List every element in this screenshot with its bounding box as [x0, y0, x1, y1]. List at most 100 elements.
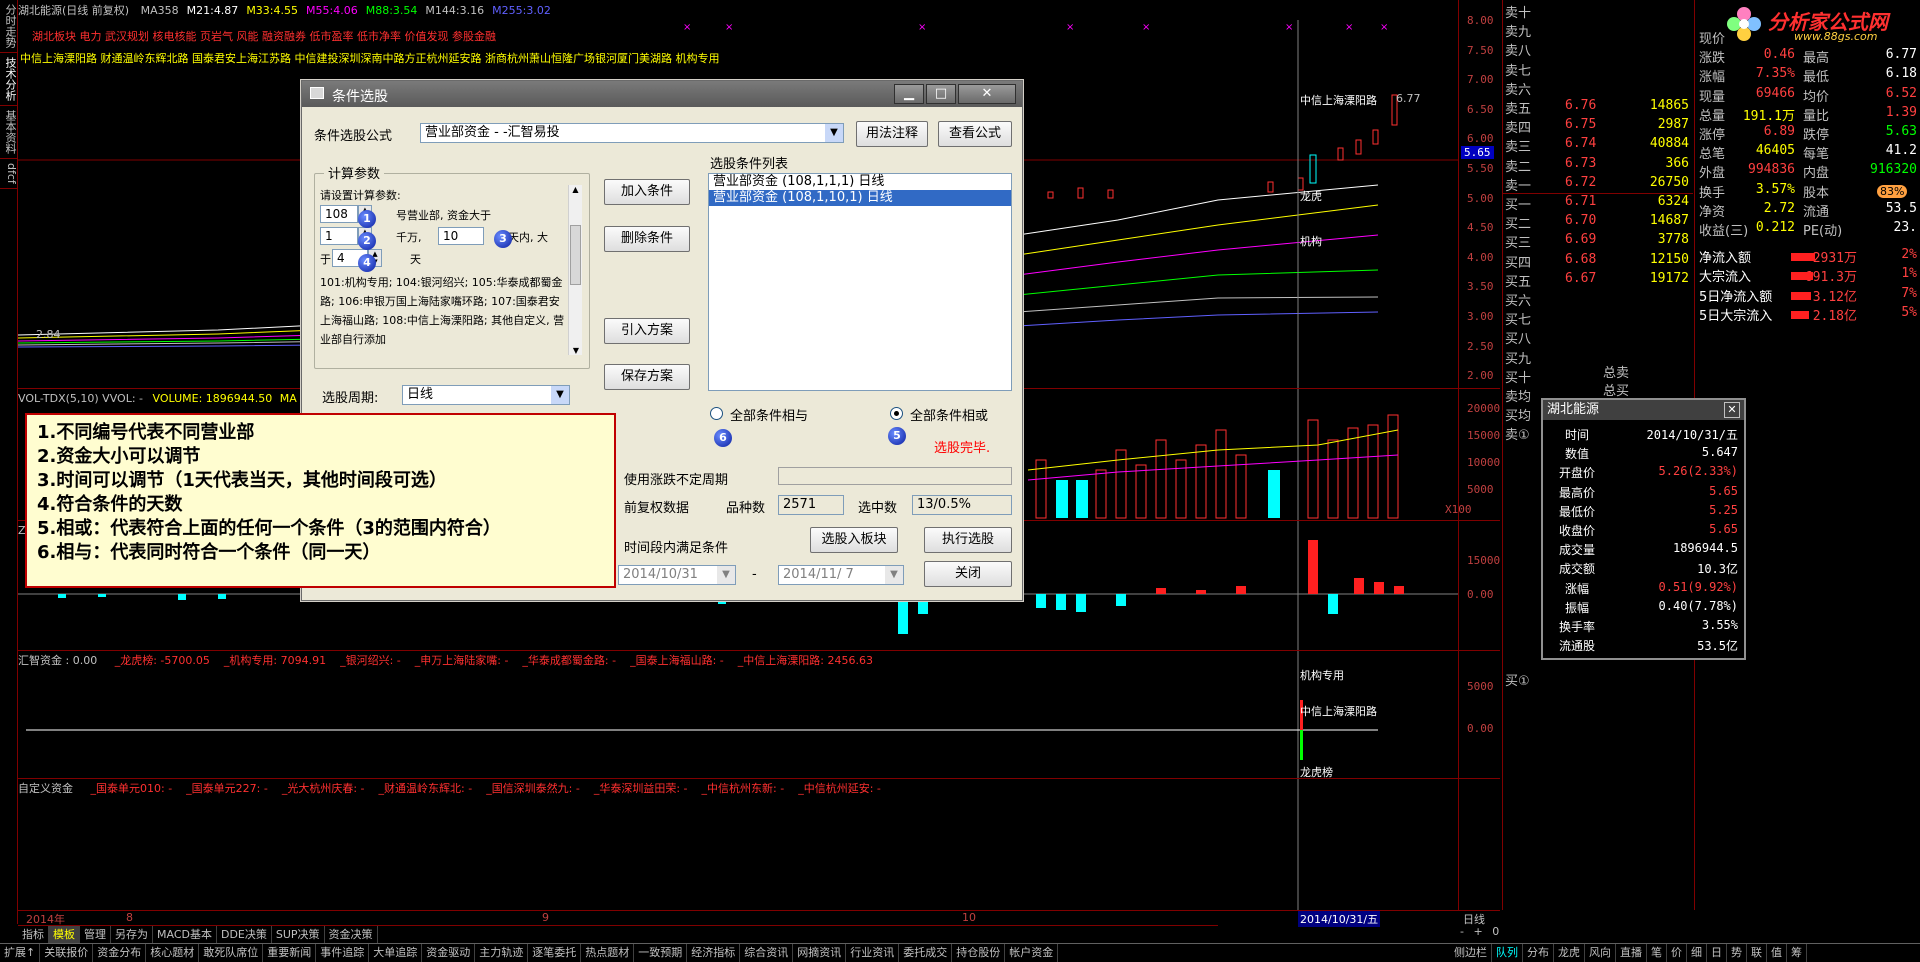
status-item[interactable]: 主力轨迹	[475, 944, 529, 962]
status-item[interactable]: 经济指标	[687, 944, 741, 962]
tab-intraday[interactable]: 分时走势	[0, 0, 18, 53]
bottom-tab[interactable]: DDE决策	[217, 926, 272, 943]
run-select-button[interactable]: 执行选股	[924, 527, 1012, 553]
orderbook-sell-row[interactable]: 卖三 6.74 40884	[1503, 136, 1693, 155]
save-plan-button[interactable]: 保存方案	[604, 364, 690, 390]
status-item[interactable]: 持仓股份	[952, 944, 1006, 962]
status-item[interactable]: 一致预期	[634, 944, 688, 962]
bottom-tab[interactable]: 管理	[80, 926, 111, 943]
status-item[interactable]: 帐户资金	[1005, 944, 1059, 962]
status-right-item[interactable]: 风向	[1585, 944, 1616, 962]
status-right-item[interactable]: 龙虎	[1554, 944, 1585, 962]
list-item[interactable]: 营业部资金 (108,1,1,1) 日线	[709, 174, 1011, 190]
status-right-item[interactable]: 侧边栏	[1450, 944, 1492, 962]
orderbook-sell-row[interactable]: 卖四 6.75 2987	[1503, 117, 1693, 136]
close-icon[interactable]: ✕	[1724, 402, 1740, 418]
orderbook-buy-row[interactable]: 买五 6.67 19172	[1503, 271, 1693, 290]
date-from-input[interactable]: 2014/10/31 ▼	[618, 565, 736, 585]
params-scrollbar[interactable]: ▲ ▼	[568, 185, 582, 355]
view-formula-button[interactable]: 查看公式	[938, 121, 1012, 147]
status-item[interactable]: 关联报价	[40, 944, 94, 962]
status-item[interactable]: 综合资讯	[740, 944, 794, 962]
status-right-item[interactable]: 笔	[1647, 944, 1667, 962]
bottom-tab[interactable]: 模板	[49, 926, 80, 943]
zoom-reset-button[interactable]: 0	[1492, 925, 1499, 938]
status-item[interactable]: 核心题材	[146, 944, 200, 962]
price-tick: 7.50	[1467, 43, 1494, 57]
status-item[interactable]: 热点题材	[581, 944, 635, 962]
status-item[interactable]: 重要新闻	[263, 944, 317, 962]
zoom-in-button[interactable]: +	[1473, 925, 1482, 938]
delete-condition-button[interactable]: 删除条件	[604, 226, 690, 252]
popup-row: 换手率 3.55%	[1558, 618, 1738, 634]
radio-or[interactable]	[890, 407, 903, 420]
status-item[interactable]: 网摘资讯	[793, 944, 847, 962]
chevron-down-icon[interactable]: ▼	[885, 566, 903, 584]
tab-fundamentals[interactable]: 基本资料	[0, 106, 18, 159]
list-item[interactable]: 营业部资金 (108,1,10,1) 日线	[709, 190, 1011, 206]
status-right-item[interactable]: 细	[1687, 944, 1707, 962]
status-item[interactable]: 逐笔委托	[528, 944, 582, 962]
status-right-item[interactable]: 分布	[1523, 944, 1554, 962]
popup-row: 成交量 1896944.5	[1558, 541, 1738, 558]
x-axis-month-8: 8	[126, 911, 133, 924]
status-right-item[interactable]: 日	[1707, 944, 1727, 962]
param-days-input[interactable]: 10	[438, 227, 484, 245]
close-button[interactable]: 关闭	[924, 561, 1012, 587]
progress-bar	[778, 467, 1012, 485]
import-plan-button[interactable]: 引入方案	[604, 318, 690, 344]
status-item[interactable]: 敢死队席位	[199, 944, 264, 962]
chevron-down-icon[interactable]: ▼	[551, 386, 569, 404]
orderbook-sell-row[interactable]: 卖二 6.73 366	[1503, 156, 1693, 175]
status-item[interactable]: 大单追踪	[369, 944, 423, 962]
close-icon[interactable]: ✕	[958, 84, 1016, 104]
status-item[interactable]: 行业资讯	[846, 944, 900, 962]
param-broker-input[interactable]: 108	[320, 205, 358, 223]
status-right-item[interactable]: 势	[1727, 944, 1747, 962]
status-item[interactable]: 资金分布	[93, 944, 147, 962]
bottom-tab[interactable]: SUP决策	[272, 926, 325, 943]
bottom-tab[interactable]: 另存为	[111, 926, 153, 943]
orderbook-sell-row[interactable]: 卖一 6.72 26750	[1503, 175, 1693, 194]
param-amount-input[interactable]: 1	[320, 227, 358, 245]
chevron-down-icon[interactable]: ▼	[717, 566, 735, 584]
zoom-out-button[interactable]: -	[1460, 925, 1464, 938]
bottom-tab[interactable]: 指标	[18, 926, 49, 943]
orderbook-row: 买八	[1505, 332, 1532, 348]
status-right-item[interactable]: 筹	[1787, 944, 1807, 962]
minimize-icon[interactable]: ▁	[894, 84, 924, 104]
formula-select[interactable]: 营业部资金 - -汇智易投 ▼	[420, 123, 844, 143]
orderbook-buy-row[interactable]: 买三 6.69 3778	[1503, 232, 1693, 251]
chevron-down-icon[interactable]: ▼	[825, 124, 843, 142]
status-right-item[interactable]: 队列	[1492, 944, 1523, 962]
usage-button[interactable]: 用法注释	[856, 121, 928, 147]
status-right-item[interactable]: 值	[1767, 944, 1787, 962]
status-right-item[interactable]: 联	[1747, 944, 1767, 962]
status-item[interactable]: 扩展↑	[0, 944, 41, 962]
dialog-titlebar[interactable]: 条件选股 ▁ □ ✕	[302, 81, 1022, 107]
status-right-item[interactable]: 价	[1667, 944, 1687, 962]
tab-dfcf[interactable]: dfcf	[0, 159, 18, 189]
status-item[interactable]: 委托成交	[899, 944, 953, 962]
orderbook-buy-row[interactable]: 买一 6.71 6324	[1503, 194, 1693, 213]
status-item[interactable]: 事件追踪	[316, 944, 370, 962]
maximize-icon[interactable]: □	[926, 84, 956, 104]
orderbook-buy-row[interactable]: 买二 6.70 14687	[1503, 213, 1693, 232]
add-condition-button[interactable]: 加入条件	[604, 179, 690, 205]
status-right-item[interactable]: 直播	[1616, 944, 1647, 962]
condition-list[interactable]: 营业部资金 (108,1,1,1) 日线 营业部资金 (108,1,10,1) …	[708, 173, 1012, 391]
period-select[interactable]: 日线 ▼	[402, 385, 570, 405]
bottom-tab[interactable]: 资金决策	[325, 926, 378, 943]
orderbook-buy-row[interactable]: 买四 6.68 12150	[1503, 252, 1693, 271]
orderbook-sell-row[interactable]: 卖五 6.76 14865	[1503, 98, 1693, 117]
date-to-input[interactable]: 2014/11/ 7 ▼	[778, 565, 904, 585]
bar-info-popup[interactable]: 湖北能源 ✕ 时间 2014/10/31/五 数值 5.647 开盘价 5.26(2.33…	[1541, 398, 1746, 660]
status-item[interactable]: 资金驱动	[422, 944, 476, 962]
popup-row: 最低价 5.25	[1558, 502, 1738, 519]
radio-and[interactable]	[710, 407, 723, 420]
bottom-tab[interactable]: MACD基本	[153, 926, 217, 943]
stats-row: 净资 2.72 流通 53.5	[1699, 200, 1917, 220]
badge-2: 2	[358, 232, 376, 250]
to-block-button[interactable]: 选股入板块	[810, 527, 898, 553]
tab-technical[interactable]: 技术分析	[0, 53, 18, 106]
